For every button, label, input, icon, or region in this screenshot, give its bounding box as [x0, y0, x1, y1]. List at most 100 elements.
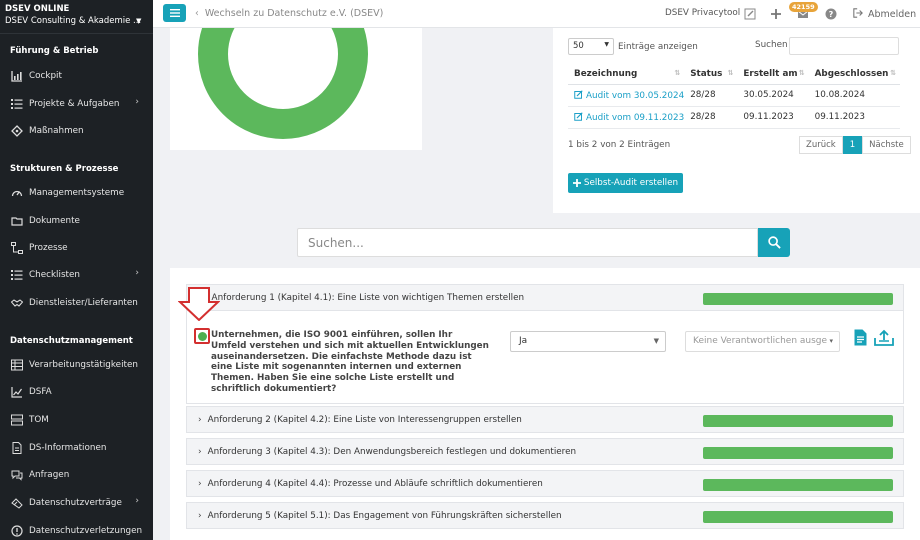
chart-line-icon	[11, 387, 22, 398]
audit-status: 28/28	[684, 84, 738, 107]
sidebar-item-label: Maßnahmen	[29, 126, 84, 136]
chevron-right-icon: ›	[135, 268, 139, 278]
answer-value: Ja	[519, 336, 528, 346]
sidebar-item-verarbeitungstaetigkeiten[interactable]: Verarbeitungstätigkeiten	[0, 354, 153, 376]
requirement-search-input[interactable]: Suchen...	[297, 228, 758, 257]
sidebar: DSEV ONLINE DSEV Consulting & Akademie .…	[0, 0, 153, 540]
hamburger-icon	[169, 9, 180, 17]
sidebar-item-tom[interactable]: TOM	[0, 409, 153, 431]
table-search-input[interactable]	[789, 37, 899, 55]
sidebar-item-label: Dienstleister/Lieferanten	[29, 298, 138, 308]
search-button[interactable]	[758, 228, 790, 257]
switch-org-link[interactable]: ‹ Wechseln zu Datenschutz e.V. (DSEV)	[195, 8, 383, 19]
sidebar-item-projekte[interactable]: Projekte & Aufgaben ›	[0, 93, 153, 115]
page-size-select[interactable]: 50 ▼	[568, 38, 614, 55]
sidebar-item-label: Dokumente	[29, 216, 80, 226]
table-search-label: Suchen	[755, 40, 788, 50]
pagination: Zurück 1 Nächste	[799, 136, 911, 154]
requirement-row[interactable]: › Anforderung 3 (Kapitel 4.3): Den Anwen…	[186, 438, 904, 465]
section-title: Datenschutzmanagement	[10, 336, 133, 346]
chart-icon	[11, 71, 22, 82]
sidebar-item-dienstleister[interactable]: Dienstleister/Lieferanten	[0, 292, 153, 314]
column-header-erstellt[interactable]: Erstellt am ⇅	[737, 64, 809, 85]
prev-page-button[interactable]: Zurück	[799, 136, 843, 154]
alert-icon	[11, 525, 23, 537]
sidebar-item-label: Prozesse	[29, 243, 68, 253]
status-dot	[197, 331, 207, 341]
org-selector[interactable]: DSEV Consulting & Akademie ...	[5, 16, 141, 26]
entries-control: 50 ▼ Einträge anzeigen	[568, 38, 698, 55]
sidebar-item-dsfa[interactable]: DSFA	[0, 381, 153, 403]
column-header-abgeschlossen[interactable]: Abgeschlossen ⇅	[808, 64, 900, 85]
responsible-placeholder: Keine Verantwortlichen ausge	[693, 336, 828, 346]
section-title: Strukturen & Prozesse	[10, 164, 119, 174]
audit-closed: 09.11.2023	[808, 106, 900, 129]
help-icon[interactable]: ?	[825, 8, 837, 20]
requirement-row[interactable]: › Anforderung 2 (Kapitel 4.2): Eine List…	[186, 406, 904, 433]
logout-button[interactable]: Abmelden	[853, 8, 916, 20]
audit-link[interactable]: Audit vom 30.05.2024	[574, 89, 684, 101]
notification-badge: 42159	[789, 2, 818, 12]
server-icon	[11, 414, 23, 426]
audit-table-card: 50 ▼ Einträge anzeigen Suchen Bezeichnung…	[553, 28, 920, 213]
plus-icon[interactable]	[770, 8, 782, 20]
create-self-audit-label: Selbst-Audit erstellen	[583, 178, 679, 188]
column-header-status[interactable]: Status ⇅	[684, 64, 738, 85]
sidebar-item-massnahmen[interactable]: Maßnahmen	[0, 120, 153, 142]
svg-text:?: ?	[829, 10, 834, 19]
caret-down-icon[interactable]: ▼	[136, 17, 141, 25]
status-indicator-highlight	[194, 328, 210, 344]
top-bar: ‹ Wechseln zu Datenschutz e.V. (DSEV) DSE…	[153, 0, 920, 28]
progress-bar	[703, 479, 893, 491]
sidebar-item-label: Checklisten	[29, 270, 80, 280]
create-self-audit-button[interactable]: Selbst-Audit erstellen	[568, 173, 683, 193]
table-row: Audit vom 30.05.2024 28/28 30.05.2024 10…	[568, 84, 900, 107]
column-header-bezeichnung[interactable]: Bezeichnung ⇅	[568, 64, 685, 85]
requirement-row[interactable]: › Anforderung 4 (Kapitel 4.4): Prozesse …	[186, 470, 904, 497]
handshake-icon	[11, 299, 23, 307]
sidebar-item-label: Projekte & Aufgaben	[29, 99, 120, 109]
logout-icon	[853, 8, 863, 18]
plus-icon	[572, 179, 581, 187]
edit-icon[interactable]	[744, 8, 756, 20]
sidebar-item-label: Anfragen	[29, 470, 70, 480]
column-header-label: Status	[690, 68, 723, 79]
chevron-right-icon: ›	[198, 446, 202, 457]
chevron-right-icon: ›	[198, 478, 202, 489]
sidebar-item-datenschutzvertraege[interactable]: Datenschutzverträge ›	[0, 492, 153, 514]
sort-icon: ⇅	[798, 69, 805, 77]
sidebar-item-anfragen[interactable]: Anfragen	[0, 464, 153, 486]
sidebar-item-datenschutzverletzungen[interactable]: Datenschutzverletzungen	[0, 520, 153, 540]
audit-created: 09.11.2023	[737, 106, 809, 129]
progress-bar	[703, 447, 893, 459]
page-button[interactable]: 1	[842, 136, 863, 154]
page-size-value: 50	[573, 41, 584, 51]
sidebar-item-checklisten[interactable]: Checklisten ›	[0, 264, 153, 286]
answer-select[interactable]: Ja ▼	[510, 331, 666, 352]
list-icon	[11, 99, 23, 109]
contract-icon	[11, 498, 23, 509]
caret-down-icon: ▼	[653, 337, 659, 345]
audit-link[interactable]: Audit vom 09.11.2023	[574, 111, 684, 123]
progress-bar	[703, 415, 893, 427]
requirement-title: Anforderung 5 (Kapitel 5.1): Das Engagem…	[207, 510, 562, 521]
document-icon[interactable]	[854, 329, 867, 346]
sidebar-item-managementsysteme[interactable]: Managementsysteme	[0, 182, 153, 204]
sidebar-item-prozesse[interactable]: Prozesse	[0, 237, 153, 259]
file-icon	[12, 442, 22, 454]
sidebar-item-dokumente[interactable]: Dokumente	[0, 210, 153, 232]
requirement-row[interactable]: ⌄ Anforderung 1 (Kapitel 4.1): Eine List…	[186, 284, 904, 311]
edit-icon	[574, 89, 583, 99]
responsible-select[interactable]: Keine Verantwortlichen ausge ▾	[685, 331, 840, 352]
upload-icon[interactable]	[874, 329, 894, 346]
chevron-right-icon: ›	[198, 510, 202, 521]
menu-toggle-button[interactable]	[163, 4, 186, 22]
next-page-button[interactable]: Nächste	[862, 136, 911, 154]
sidebar-item-ds-informationen[interactable]: DS-Informationen	[0, 437, 153, 459]
column-header-label: Erstellt am	[743, 68, 798, 79]
donut-ring	[198, 28, 368, 139]
audit-closed: 10.08.2024	[808, 84, 900, 107]
sidebar-item-cockpit[interactable]: Cockpit	[0, 65, 153, 87]
chevron-left-icon: ‹	[195, 8, 199, 19]
requirement-row[interactable]: › Anforderung 5 (Kapitel 5.1): Das Engag…	[186, 502, 904, 529]
